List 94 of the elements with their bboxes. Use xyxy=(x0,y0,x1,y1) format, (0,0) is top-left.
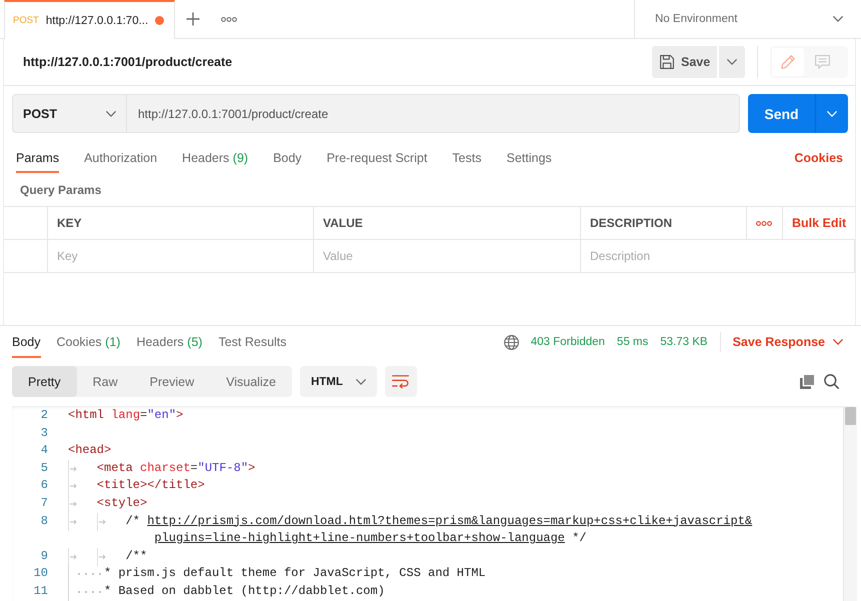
copy-icon[interactable] xyxy=(800,374,814,388)
response-tab[interactable]: Test Results xyxy=(218,326,287,358)
wrap-lines-icon xyxy=(392,374,410,388)
tab-arrow-icon xyxy=(68,477,77,496)
line-number: 10 xyxy=(32,565,48,582)
chevron-down-icon xyxy=(833,339,843,345)
code-line: <title></title> xyxy=(96,477,205,494)
save-icon xyxy=(660,55,674,69)
save-options-button[interactable] xyxy=(719,46,745,78)
line-number: 6 xyxy=(40,477,48,494)
save-button[interactable]: Save xyxy=(652,46,717,78)
line-number: 8 xyxy=(40,512,48,530)
column-header: KEY xyxy=(57,216,82,230)
wrap-lines-button[interactable] xyxy=(384,366,417,397)
chevron-down-icon xyxy=(727,59,737,65)
url-input[interactable]: http://127.0.0.1:7001/product/create xyxy=(127,94,740,133)
save-response-button[interactable]: Save Response xyxy=(732,335,843,349)
space-dot-icon xyxy=(92,590,94,593)
send-options-button[interactable] xyxy=(815,94,848,133)
search-icon[interactable] xyxy=(824,374,839,389)
column-header: VALUE xyxy=(323,216,363,230)
tab-arrow-icon xyxy=(68,494,77,513)
space-dot-icon xyxy=(99,573,102,576)
comment-icon xyxy=(814,55,830,69)
tab-arrow-icon xyxy=(96,512,106,531)
code-line: <style> xyxy=(96,494,148,512)
chevron-down-icon xyxy=(106,110,116,116)
send-button[interactable]: Send xyxy=(748,94,815,133)
code-line: plugins=line-highlight+line-numbers+toolbar+show-language */ xyxy=(154,530,586,548)
response-tab[interactable]: Cookies (1) xyxy=(56,326,120,358)
response-size: 53.73 KB xyxy=(660,336,708,348)
code-line: /** xyxy=(126,548,148,565)
description-input[interactable]: Description xyxy=(581,240,855,273)
edit-button[interactable] xyxy=(772,48,804,76)
space-dot-icon xyxy=(92,573,94,576)
code-line: * Based on dabblet (http://dabblet.com) xyxy=(104,582,385,600)
scrollbar-thumb[interactable] xyxy=(845,407,856,425)
code-line: * prism.js default theme for JavaScript, CSS and HTML xyxy=(104,565,486,582)
status-code: 403 Forbidden xyxy=(530,336,605,348)
chevron-down-icon xyxy=(356,378,366,384)
code-link[interactable]: plugins=line-highlight+line-numbers+toolbar+show-language xyxy=(154,531,565,546)
method-dropdown[interactable]: POST xyxy=(12,94,127,133)
code-line: <html lang="en"> xyxy=(68,407,184,424)
space-dot-icon xyxy=(78,590,80,593)
more-icon xyxy=(756,220,772,226)
chevron-down-icon xyxy=(827,110,837,116)
line-number: 3 xyxy=(40,424,48,442)
language-dropdown[interactable]: HTML xyxy=(300,366,377,397)
bulk-edit-button[interactable]: Bulk Edit xyxy=(792,216,846,230)
section-title: Query Params xyxy=(20,182,102,196)
request-section-tab[interactable]: Settings xyxy=(506,143,552,173)
space-dot-icon xyxy=(84,573,87,576)
space-dot-icon xyxy=(84,590,87,593)
request-section-tab[interactable]: Body xyxy=(273,143,302,173)
more-icon xyxy=(221,16,237,22)
plus-icon xyxy=(186,12,200,26)
request-section-tab[interactable]: Authorization xyxy=(84,143,158,173)
tab-arrow-icon xyxy=(68,460,77,478)
request-section-tab[interactable]: Pre-request Script xyxy=(326,143,428,173)
line-number: 9 xyxy=(40,548,48,565)
line-number: 2 xyxy=(40,407,48,424)
globe-icon xyxy=(504,334,519,350)
view-mode-button[interactable]: Visualize xyxy=(210,366,292,397)
request-name: http://127.0.0.1:7001/product/create xyxy=(23,55,232,69)
cookies-link[interactable]: Cookies xyxy=(794,151,843,165)
pencil-icon xyxy=(781,55,795,69)
response-tab[interactable]: Body xyxy=(12,326,40,358)
line-number: 11 xyxy=(32,582,48,600)
line-number: 4 xyxy=(40,442,48,460)
key-input[interactable]: Key xyxy=(48,240,314,273)
space-dot-icon xyxy=(78,573,80,576)
request-section-tab[interactable]: Params xyxy=(16,143,60,173)
value-input[interactable]: Value xyxy=(314,240,581,273)
code-link[interactable]: http://prismjs.com/download.html?themes=prism&languages=markup+css+clike+javascript& xyxy=(147,514,752,528)
tab-arrow-icon xyxy=(68,548,77,566)
column-header: DESCRIPTION xyxy=(590,216,672,230)
tab-arrow-icon xyxy=(68,512,77,531)
code-line: <meta charset="UTF-8"> xyxy=(96,460,256,477)
more-options-button[interactable] xyxy=(756,220,772,226)
line-number: 5 xyxy=(40,460,48,477)
request-section-tab[interactable]: Headers (9) xyxy=(182,143,248,173)
chevron-down-icon xyxy=(833,16,843,22)
view-mode-button[interactable]: Raw xyxy=(76,366,134,397)
line-number: 7 xyxy=(40,494,48,512)
view-mode-button[interactable]: Pretty xyxy=(12,366,77,397)
tab-arrow-icon xyxy=(96,548,106,566)
view-mode-button[interactable]: Preview xyxy=(134,366,210,397)
response-tab[interactable]: Headers (5) xyxy=(136,326,202,358)
request-tab[interactable]: POST http://127.0.0.1:70... xyxy=(4,0,175,39)
code-line: <head> xyxy=(68,442,112,460)
space-dot-icon xyxy=(99,590,102,593)
code-line: /* http://prismjs.com/download.html?themes=prism&languages=markup+css+clike+javascript& xyxy=(126,512,752,530)
request-section-tab[interactable]: Tests xyxy=(452,143,482,173)
response-time: 55 ms xyxy=(616,336,648,348)
